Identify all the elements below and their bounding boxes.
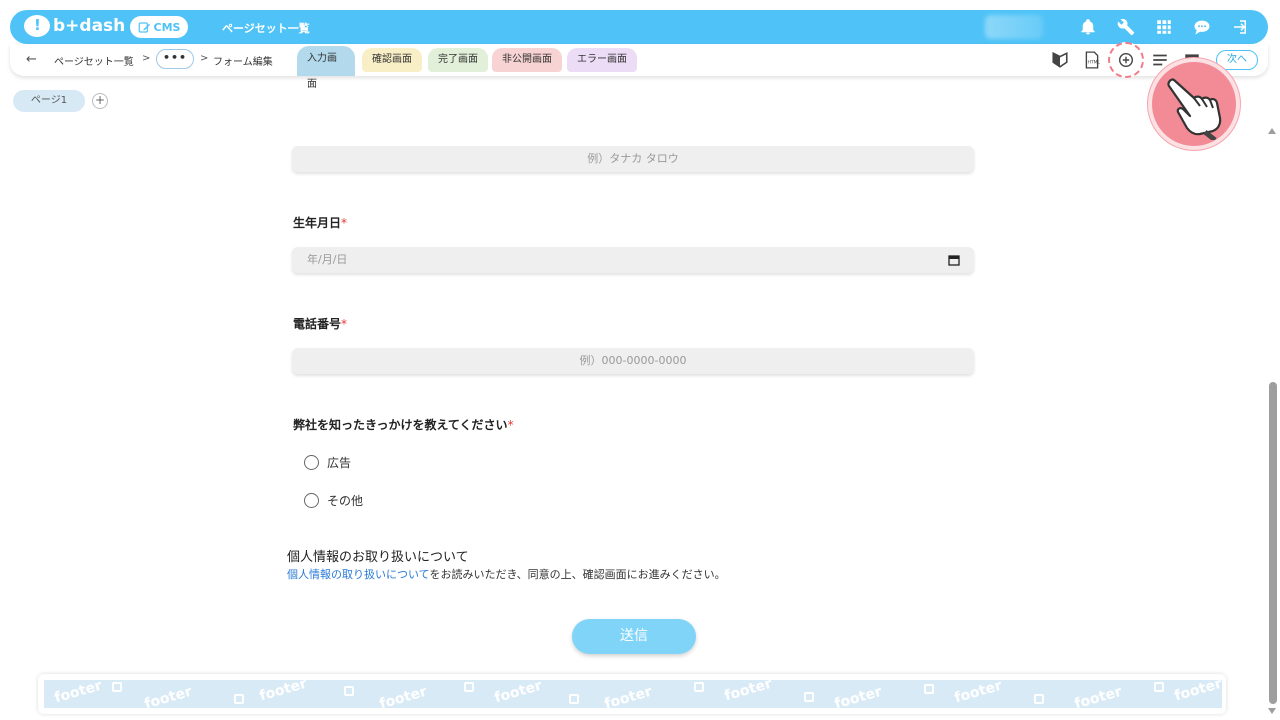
breadcrumb-separator: >: [142, 53, 151, 64]
radio-label: その他: [327, 494, 364, 508]
phone-label-text: 電話番号: [293, 317, 342, 331]
page-title: ページセット一覧: [222, 22, 310, 35]
tab-error-screen[interactable]: エラー画面: [567, 48, 637, 72]
required-mark: *: [341, 216, 348, 230]
bdash-logo[interactable]: b+dash: [24, 15, 125, 37]
radio-option-ad[interactable]: 広告: [304, 454, 351, 471]
radio-button[interactable]: [304, 455, 319, 470]
logo-bubble-icon: [24, 15, 50, 37]
image-icon: [344, 686, 354, 696]
beginner-icon[interactable]: [1048, 48, 1072, 72]
radio-button[interactable]: [304, 493, 319, 508]
breadcrumb-ellipsis-button[interactable]: •••: [156, 49, 194, 69]
footer-watermark: footer: [52, 680, 104, 707]
footer-watermark: footer: [1072, 683, 1124, 708]
add-circle-icon: [1118, 52, 1134, 68]
footer-watermark: footer: [1172, 680, 1222, 705]
radio-option-other[interactable]: その他: [304, 492, 363, 509]
scroll-down-arrow[interactable]: [1268, 708, 1276, 714]
add-page-button[interactable]: +: [92, 93, 108, 109]
privacy-notice-text: をお読みいただき、同意の上、確認画面にお進みください。: [429, 568, 726, 581]
tab-input-screen[interactable]: 入力画面: [297, 46, 355, 90]
phone-input[interactable]: 例）000-0000-0000: [292, 348, 974, 374]
image-icon: [804, 692, 814, 702]
pointer-hand-icon: [1148, 58, 1240, 150]
image-icon: [694, 682, 704, 692]
image-icon: [234, 694, 244, 704]
image-icon: [1154, 682, 1164, 692]
referral-label-text: 弊社を知ったきっかけを教えてください: [293, 418, 508, 432]
image-icon: [569, 694, 579, 704]
radio-label: 広告: [327, 456, 352, 470]
referral-label: 弊社を知ったきっかけを教えてください*: [293, 416, 514, 433]
footer-watermark: footer: [377, 683, 429, 708]
submit-button[interactable]: 送信: [572, 619, 696, 654]
bell-icon[interactable]: [1078, 17, 1098, 37]
birthday-label: 生年月日*: [293, 214, 347, 231]
breadcrumb-separator: >: [200, 53, 209, 64]
logo-text: b+dash: [53, 16, 126, 36]
birthday-label-text: 生年月日: [293, 216, 342, 230]
cms-button[interactable]: CMS: [130, 16, 188, 38]
privacy-notice: 個人情報の取り扱いについてをお読みいただき、同意の上、確認画面にお進みください。: [287, 566, 726, 582]
breadcrumb-page-set-list[interactable]: ページセット一覧: [54, 53, 134, 68]
footer-placeholder: footer footer footer footer footer foote…: [44, 680, 1222, 708]
required-mark: *: [507, 418, 514, 432]
footer-watermark: footer: [492, 680, 544, 707]
top-bar: b+dash CMS ページセット一覧: [10, 10, 1268, 44]
chat-icon[interactable]: [1192, 17, 1212, 37]
html-file-icon[interactable]: HTML: [1080, 48, 1104, 72]
footer-watermark: footer: [257, 680, 309, 705]
image-icon: [112, 682, 122, 692]
footer-watermark: footer: [142, 683, 194, 708]
name-kana-input[interactable]: 例）タナカ タロウ: [292, 146, 974, 172]
scroll-up-arrow[interactable]: [1268, 128, 1276, 134]
wrench-icon[interactable]: [1116, 17, 1136, 37]
privacy-policy-link[interactable]: 個人情報の取り扱いについて: [287, 568, 429, 581]
cms-label: CMS: [153, 20, 181, 34]
image-icon: [924, 684, 934, 694]
calendar-icon[interactable]: [948, 254, 960, 266]
birthday-placeholder: 年/月/日: [307, 253, 348, 266]
footer-watermark: footer: [832, 683, 884, 708]
phone-label: 電話番号*: [293, 315, 347, 332]
scrollbar-thumb[interactable]: [1269, 382, 1277, 704]
back-arrow-icon[interactable]: ←: [26, 52, 37, 67]
footer-watermark: footer: [722, 680, 774, 705]
tab-private-screen[interactable]: 非公開画面: [492, 48, 562, 72]
logout-icon[interactable]: [1230, 17, 1250, 37]
privacy-heading: 個人情報のお取り扱いについて: [287, 550, 469, 565]
sub-toolbar: ← ページセット一覧 > ••• > フォーム編集 入力画面 確認画面 完了画面…: [10, 42, 1268, 90]
grid-icon[interactable]: [1154, 17, 1174, 37]
user-info[interactable]: [985, 15, 1043, 39]
add-element-button[interactable]: [1108, 42, 1144, 78]
svg-text:HTML: HTML: [1088, 59, 1101, 65]
tab-confirm-screen[interactable]: 確認画面: [362, 48, 422, 72]
footer-watermark: footer: [952, 680, 1004, 707]
edit-icon: [138, 21, 150, 33]
breadcrumb-form-edit: フォーム編集: [213, 57, 273, 68]
required-mark: *: [341, 317, 348, 331]
birthday-date-input[interactable]: 年/月/日: [292, 247, 974, 273]
image-icon: [1034, 694, 1044, 704]
tab-complete-screen[interactable]: 完了画面: [428, 48, 488, 72]
footer-watermark: footer: [602, 683, 654, 708]
image-icon: [464, 682, 474, 692]
page-tab-1[interactable]: ページ1: [13, 90, 85, 112]
